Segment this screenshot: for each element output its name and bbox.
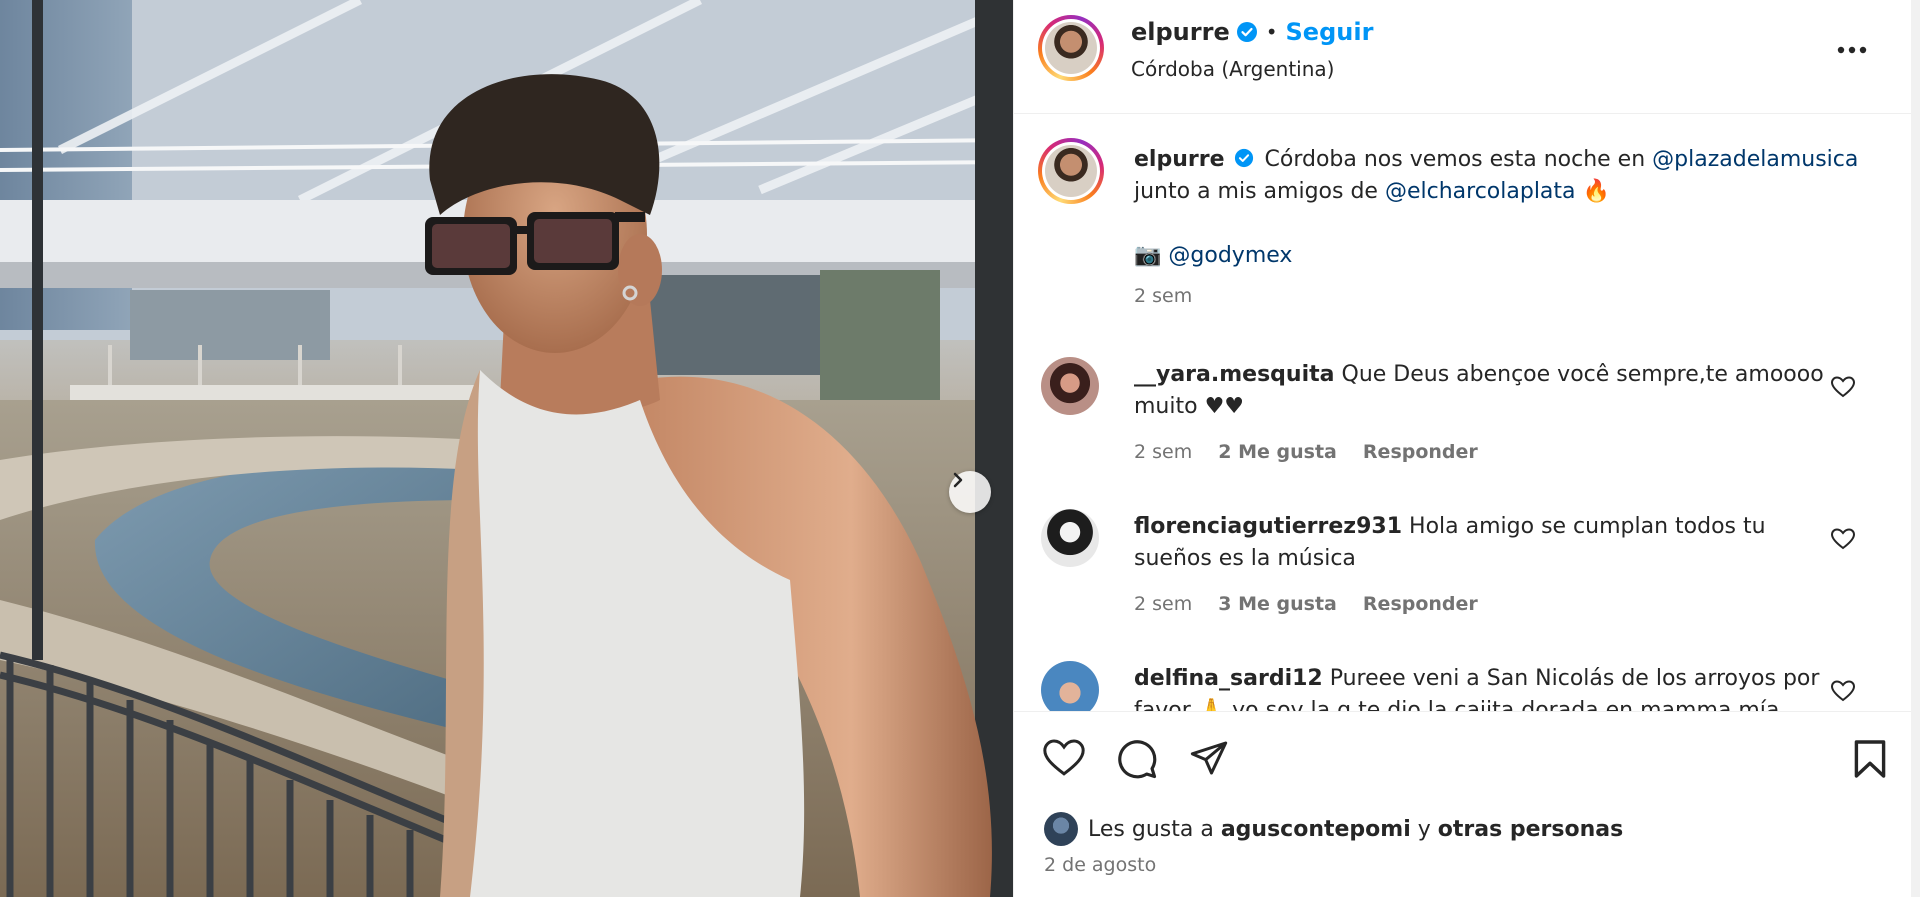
instagram-post-view: elpurre • Seguir Córdoba (Argentina) elp… xyxy=(0,0,1920,897)
caption-time[interactable]: 2 sem xyxy=(1134,280,1874,312)
caption-text-1: Córdoba nos vemos esta noche en xyxy=(1264,147,1646,172)
comment-icon[interactable] xyxy=(1116,738,1158,780)
commenter-username[interactable]: florenciagutierrez931 xyxy=(1134,514,1402,539)
caption-author-avatar[interactable] xyxy=(1038,138,1104,204)
post-photo-illustration xyxy=(0,0,1013,897)
heart-icon[interactable] xyxy=(1042,738,1086,778)
author-username[interactable]: elpurre xyxy=(1131,18,1230,46)
follow-button[interactable]: Seguir xyxy=(1286,18,1374,46)
comment-heart-icon[interactable] xyxy=(1830,375,1856,399)
comment-text-block: delfina_sardi12 Pureee veni a San Nicolá… xyxy=(1134,663,1834,711)
comment-item: delfina_sardi12 Pureee veni a San Nicolá… xyxy=(1014,661,1911,711)
post-details-panel: elpurre • Seguir Córdoba (Argentina) elp… xyxy=(1013,0,1920,897)
post-actions: Les gusta a aguscontepomi y otras person… xyxy=(1014,711,1911,898)
comment-likes[interactable]: 3 Me gusta xyxy=(1218,593,1337,615)
fire-emoji: 🔥 xyxy=(1582,179,1610,204)
post-photo xyxy=(0,0,1013,897)
comment-text-block: florenciagutierrez931 Hola amigo se cump… xyxy=(1134,511,1834,575)
mention-godymex[interactable]: @godymex xyxy=(1168,243,1292,268)
bookmark-icon[interactable] xyxy=(1853,738,1887,780)
chevron-right-icon xyxy=(953,472,963,488)
comment-likes[interactable]: 2 Me gusta xyxy=(1218,441,1337,463)
comment-meta: 2 sem 2 Me gusta Responder xyxy=(1134,441,1498,463)
reply-button[interactable]: Responder xyxy=(1363,593,1478,615)
liker-avatar[interactable] xyxy=(1044,812,1078,846)
caption-username[interactable]: elpurre xyxy=(1134,147,1225,172)
author-avatar[interactable] xyxy=(1038,15,1104,81)
verified-badge-icon xyxy=(1234,148,1253,168)
camera-emoji: 📷 xyxy=(1134,243,1162,268)
reply-button[interactable]: Responder xyxy=(1363,441,1478,463)
panel-scrollbar[interactable] xyxy=(1911,0,1920,897)
liker-username[interactable]: aguscontepomi xyxy=(1221,817,1411,842)
post-location[interactable]: Córdoba (Argentina) xyxy=(1131,57,1334,81)
commenter-username[interactable]: delfina_sardi12 xyxy=(1134,666,1323,691)
mention-plazadelamusica[interactable]: @plazadelamusica xyxy=(1652,147,1858,172)
commenter-avatar[interactable] xyxy=(1041,357,1099,415)
paper-plane-icon[interactable] xyxy=(1188,738,1230,778)
likes-summary: Les gusta a aguscontepomi y otras person… xyxy=(1044,812,1623,846)
comment-time[interactable]: 2 sem xyxy=(1134,593,1192,615)
comment-heart-icon[interactable] xyxy=(1830,527,1856,551)
header-author-row: elpurre • Seguir xyxy=(1131,18,1373,46)
header-separator: • xyxy=(1265,20,1278,44)
comment-meta: 2 sem 3 Me gusta Responder xyxy=(1134,593,1498,615)
commenter-username[interactable]: __yara.mesquita xyxy=(1134,362,1335,387)
post-header: elpurre • Seguir Córdoba (Argentina) xyxy=(1014,0,1911,114)
comment-text-block: __yara.mesquita Que Deus abençoe você se… xyxy=(1134,359,1834,423)
more-options-button[interactable] xyxy=(1834,36,1870,64)
comment-time[interactable]: 2 sem xyxy=(1134,441,1192,463)
likes-prefix: Les gusta a xyxy=(1088,816,1214,842)
post-date[interactable]: 2 de agosto xyxy=(1044,854,1156,876)
caption-text-block: elpurre Córdoba nos vemos esta noche en … xyxy=(1134,144,1874,312)
caption-text-2: junto a mis amigos de xyxy=(1134,179,1378,204)
commenter-avatar[interactable] xyxy=(1041,661,1099,711)
commenter-avatar[interactable] xyxy=(1041,509,1099,567)
verified-badge-icon xyxy=(1236,22,1257,42)
comment-heart-icon[interactable] xyxy=(1830,679,1856,703)
more-options-icon xyxy=(1837,46,1867,54)
likes-join: y xyxy=(1417,816,1431,842)
next-photo-button[interactable] xyxy=(949,471,991,513)
mention-elcharcolaplata[interactable]: @elcharcolaplata xyxy=(1385,179,1576,204)
likes-others-link[interactable]: otras personas xyxy=(1438,817,1623,842)
